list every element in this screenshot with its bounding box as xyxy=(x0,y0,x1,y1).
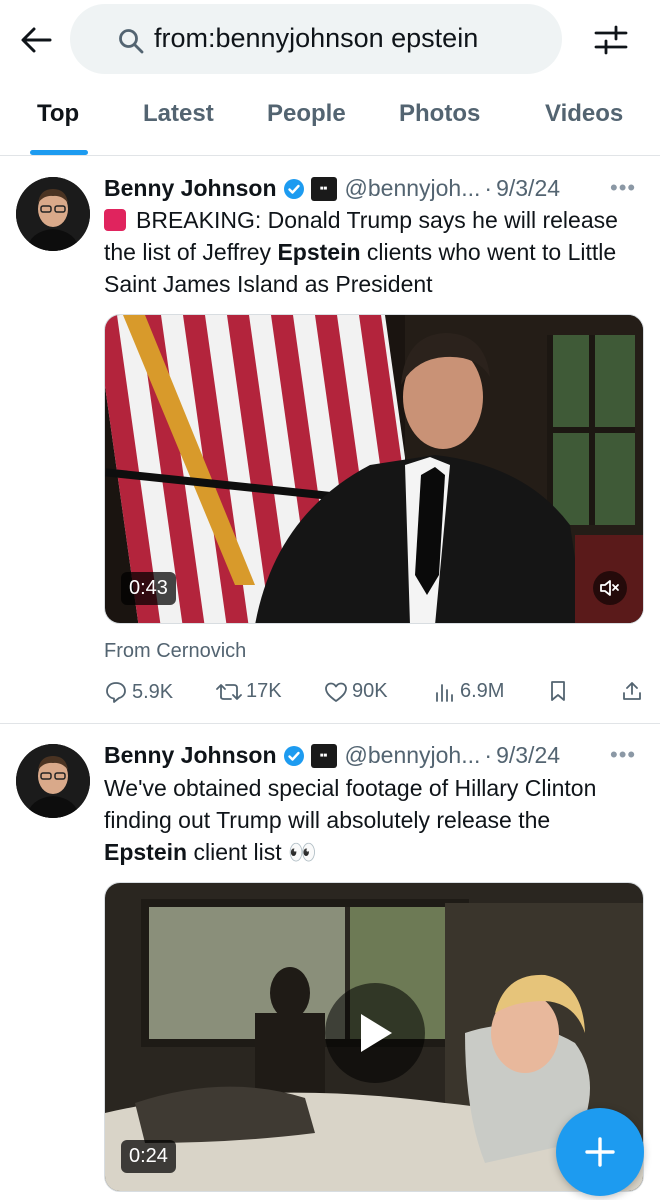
avatar[interactable] xyxy=(16,177,90,251)
avatar[interactable] xyxy=(16,744,90,818)
repost-count: 17K xyxy=(246,680,282,702)
views-icon xyxy=(436,683,453,702)
more-icon[interactable]: ••• xyxy=(610,742,636,768)
tweet-header: Benny Johnson ■■ @bennyjoh... · 9/3/24 xyxy=(104,175,560,202)
tab-top[interactable]: Top xyxy=(37,100,79,128)
tweet-actions: 5.9K 17K 90K 6.9M xyxy=(104,680,644,714)
share-button[interactable] xyxy=(621,680,647,702)
separator-dot: · xyxy=(484,175,493,201)
video-player[interactable]: 0:43 xyxy=(104,314,644,624)
mute-button[interactable] xyxy=(593,571,627,605)
active-tab-indicator xyxy=(30,150,88,155)
filter-sliders-icon xyxy=(594,25,628,55)
back-button[interactable] xyxy=(14,18,58,62)
reply-icon xyxy=(106,682,126,703)
bookmark-icon xyxy=(551,681,565,701)
play-icon xyxy=(361,1014,392,1052)
search-icon xyxy=(119,29,144,54)
views-button[interactable]: 6.9M xyxy=(434,680,504,703)
tab-people[interactable]: People xyxy=(267,100,346,128)
video-attribution[interactable]: From Cernovich xyxy=(104,640,246,663)
breaking-emoji xyxy=(104,209,126,231)
share-icon xyxy=(623,682,641,700)
search-query-text: from:bennyjohnson epstein xyxy=(154,23,479,53)
tweet-date[interactable]: 9/3/24 xyxy=(496,742,560,769)
reply-button[interactable]: 5.9K xyxy=(104,680,173,704)
repost-button[interactable]: 17K xyxy=(216,680,282,703)
top-bar: from:bennyjohnson epstein xyxy=(0,0,660,78)
bookmark-button[interactable] xyxy=(548,680,572,702)
views-count: 6.9M xyxy=(460,680,505,702)
search-tabs: Top Latest People Photos Videos xyxy=(0,82,660,156)
reply-count: 5.9K xyxy=(132,680,174,703)
compose-plus-icon xyxy=(585,1137,615,1167)
tab-photos[interactable]: Photos xyxy=(399,100,480,128)
tab-videos[interactable]: Videos xyxy=(545,100,623,128)
tweet[interactable]: Benny Johnson ■■ @bennyjoh... · 9/3/24 •… xyxy=(0,724,660,1200)
like-icon xyxy=(325,682,347,702)
author-name[interactable]: Benny Johnson xyxy=(104,175,277,202)
like-button[interactable]: 90K xyxy=(324,680,388,703)
video-duration: 0:24 xyxy=(121,1140,176,1173)
search-input[interactable]: from:bennyjohnson epstein xyxy=(70,4,562,74)
author-handle: @bennyjoh... xyxy=(344,175,481,201)
more-icon[interactable]: ••• xyxy=(610,175,636,201)
tweet[interactable]: Benny Johnson ■■ @bennyjoh... · 9/3/24 •… xyxy=(0,157,660,722)
verified-badge-icon xyxy=(283,178,304,199)
author-name[interactable]: Benny Johnson xyxy=(104,742,277,769)
affiliation-badge[interactable]: ■■ xyxy=(310,176,337,201)
mute-icon xyxy=(600,580,619,596)
author-handle: @bennyjoh... xyxy=(344,742,481,768)
affiliation-badge[interactable]: ■■ xyxy=(310,743,337,768)
tweet-date[interactable]: 9/3/24 xyxy=(496,175,560,202)
video-duration: 0:43 xyxy=(121,572,176,605)
back-arrow-icon xyxy=(21,27,52,53)
video-thumbnail xyxy=(105,315,643,623)
tweet-text: BREAKING: Donald Trump says he will rele… xyxy=(104,207,618,297)
repost-icon xyxy=(216,683,242,700)
verified-badge-icon xyxy=(283,745,304,766)
search-filter-button[interactable] xyxy=(586,18,636,62)
tab-latest[interactable]: Latest xyxy=(143,100,214,128)
tweet-header: Benny Johnson ■■ @bennyjoh... · 9/3/24 xyxy=(104,742,560,769)
compose-button[interactable] xyxy=(556,1108,644,1196)
play-button[interactable] xyxy=(325,983,425,1083)
tweet-text: We've obtained special footage of Hillar… xyxy=(104,775,597,865)
separator-dot: · xyxy=(484,742,493,768)
like-count: 90K xyxy=(352,680,388,702)
